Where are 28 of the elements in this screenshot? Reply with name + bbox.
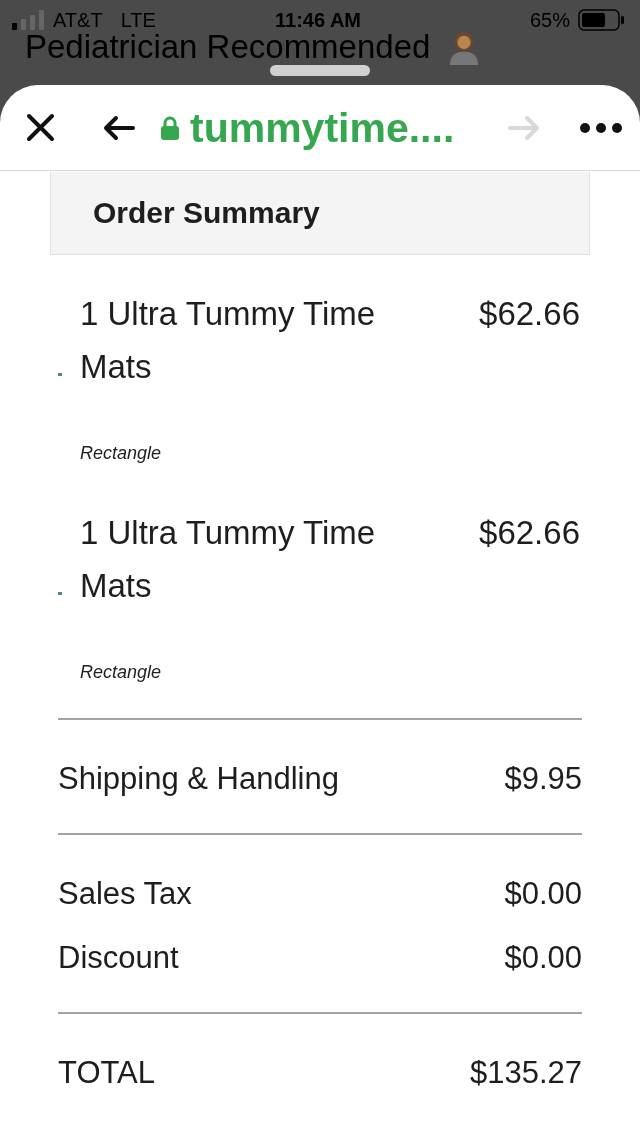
battery-icon [578,9,624,31]
page-heading: Pediatrician Recommended [25,31,431,63]
charge-label: Sales Tax [58,875,192,913]
item-variant: Rectangle [80,661,162,684]
charge-amount: $0.00 [504,939,582,977]
back-arrow-icon[interactable] [103,114,135,141]
item-price: $62.66 [479,294,580,334]
item-name: 1 Ultra Tummy Time Mats [80,513,377,606]
item-price: $62.66 [479,513,580,553]
charge-amount: $9.95 [504,760,582,798]
total-label: TOTAL [58,1054,156,1092]
carrier-name: AT&T [53,10,103,30]
signal-icon [12,10,44,30]
battery-percent: 65% [529,10,570,30]
order-summary-title: Order Summary [93,195,320,231]
close-icon[interactable] [26,113,55,142]
charge-label: Discount [58,939,179,977]
total-amount: $135.27 [469,1054,582,1092]
charge-label: Shipping & Handling [58,760,339,798]
charge-amount: $0.00 [504,875,582,913]
network-type: LTE [120,10,156,30]
item-variant: Rectangle [80,442,162,465]
item-name: 1 Ultra Tummy Time Mats [80,294,377,387]
sheet-grabber-handle[interactable] [270,65,370,76]
address-text[interactable]: tummytime.... [190,103,455,152]
clock-time: 11:46 AM [275,10,361,30]
person-icon [448,31,481,65]
more-icon[interactable] [580,122,622,133]
